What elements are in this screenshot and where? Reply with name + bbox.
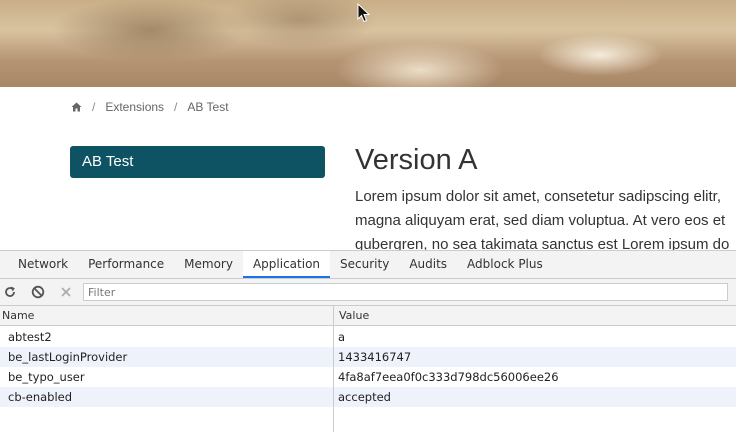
table-row[interactable]: be_typo_user 4fa8af7eea0f0c333d798dc5600… [0, 367, 736, 387]
cookie-name: abtest2 [8, 330, 52, 344]
cookie-name: cb-enabled [8, 390, 73, 404]
table-row[interactable]: cb-enabled accepted [0, 387, 736, 407]
column-header-name[interactable]: Name [0, 306, 34, 326]
filter-input[interactable] [83, 283, 728, 301]
tab-adblock-plus[interactable]: Adblock Plus [457, 251, 553, 278]
tab-audits[interactable]: Audits [399, 251, 457, 278]
breadcrumb-item-extensions[interactable]: Extensions [105, 100, 164, 114]
column-header-value[interactable]: Value [337, 306, 369, 326]
tab-application[interactable]: Application [242, 251, 331, 278]
table-row[interactable]: abtest2 a [0, 327, 736, 347]
table-row[interactable]: be_lastLoginProvider 1433416747 [0, 347, 736, 367]
page-title: Version A [355, 144, 478, 176]
mouse-cursor-icon [357, 3, 371, 23]
tab-performance[interactable]: Performance [78, 251, 174, 278]
cookie-value: accepted [338, 390, 391, 404]
tab-security[interactable]: Security [330, 251, 399, 278]
breadcrumb-item-ab-test: AB Test [187, 100, 229, 114]
paragraph-line: gubergren, no sea takimata sanctus est L… [355, 236, 730, 250]
paragraph-line: Lorem ipsum dolor sit amet, consetetur s… [355, 188, 721, 205]
breadcrumb-separator: / [174, 100, 178, 114]
content-paragraph: Lorem ipsum dolor sit amet, consetetur s… [355, 185, 736, 250]
home-icon[interactable] [71, 102, 82, 112]
paragraph-line: magna aliquyam erat, sed diam voluptua. … [355, 212, 726, 229]
refresh-icon[interactable] [3, 285, 17, 299]
delete-icon[interactable] [59, 285, 73, 299]
devtools-toolbar [0, 279, 736, 306]
table-body: abtest2 a be_lastLoginProvider 143341674… [0, 327, 736, 407]
tab-network[interactable]: Network [8, 251, 78, 278]
cookie-value: a [338, 330, 346, 344]
clear-all-icon[interactable] [31, 285, 45, 299]
devtools-panel: Network Performance Memory Application S… [0, 250, 736, 432]
column-divider[interactable] [333, 306, 334, 432]
cookie-name: be_lastLoginProvider [8, 350, 128, 364]
devtools-tab-bar: Network Performance Memory Application S… [0, 251, 736, 279]
breadcrumb-separator: / [92, 100, 96, 114]
table-header: Name Value [0, 306, 736, 326]
cookies-table: Name Value abtest2 a be_lastLoginProvide… [0, 306, 736, 432]
tab-memory[interactable]: Memory [174, 251, 243, 278]
cookie-name: be_typo_user [8, 370, 85, 384]
sidebar-item-ab-test[interactable]: AB Test [70, 146, 325, 178]
cookie-value: 1433416747 [338, 350, 412, 364]
cookie-value: 4fa8af7eea0f0c333d798dc56006ee26 [338, 370, 559, 384]
breadcrumb: / Extensions / AB Test [71, 99, 229, 115]
